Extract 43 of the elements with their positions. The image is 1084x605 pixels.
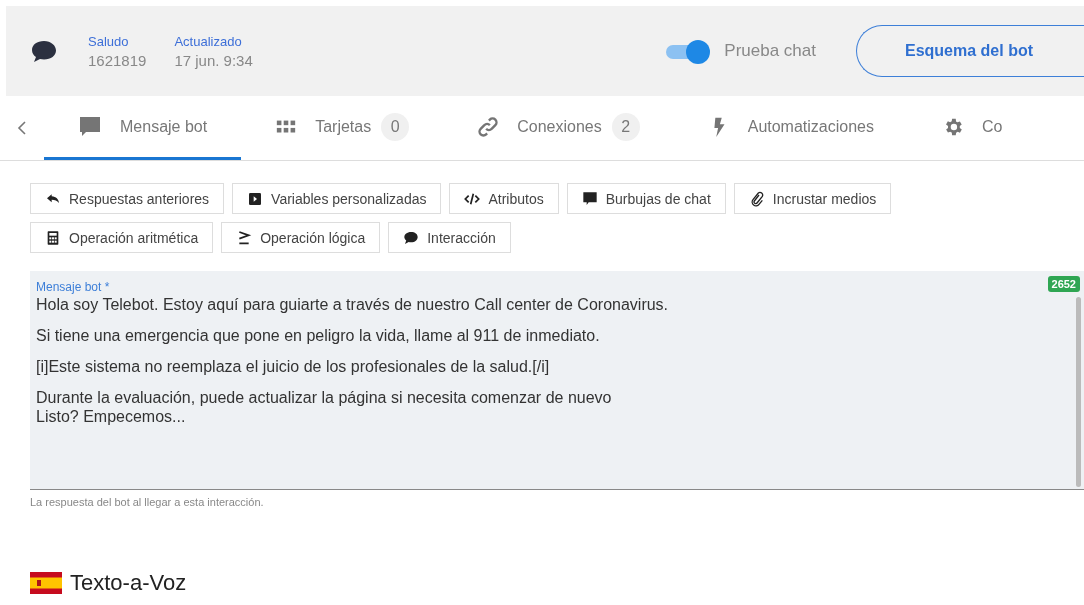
message-text: Listo? Empecemos... [36, 407, 187, 426]
message-text: Hola soy Telebot. Estoy aquí para guiarte a través de nuestro Call center de Coronavirus. [36, 295, 670, 314]
tab[interactable]: Tarjetas 0 [241, 96, 444, 160]
count-badge: 2 [611, 112, 640, 141]
field-label: Mensaje bot * [36, 280, 110, 294]
message-text: [i]Este sistema no reemplaza el juicio de los profesionales de la salud.[/i] [36, 357, 551, 376]
toggle-label: Prueba chat [724, 41, 816, 61]
speech-bubble-icon [78, 114, 102, 139]
chat-bubble-icon [30, 38, 58, 64]
link-icon [477, 115, 500, 138]
tab[interactable]: Conexiones 2 [443, 96, 674, 160]
flag-icon [30, 572, 62, 594]
chevron-left-icon [17, 121, 27, 135]
message-text: Si tiene una emergencia que pone en peligro la vida, llame al 911 de inmediato. [36, 326, 601, 345]
tab[interactable]: Automatizaciones [673, 96, 908, 160]
helper-text: La respuesta del bot al llegar a esta interacción. [30, 496, 265, 508]
stat-value: 17 jun. 9:34 [174, 51, 253, 69]
section-title: Texto-a-Voz [70, 570, 187, 596]
scrollbar[interactable] [1076, 297, 1081, 487]
toolbar-button[interactable]: Atributos [449, 183, 559, 214]
code-icon [464, 190, 481, 207]
toolbar-button[interactable]: Variables personalizadas [232, 183, 442, 214]
message-field[interactable] [30, 271, 1084, 490]
stat-label: Saludo [88, 33, 130, 49]
toolbar-button[interactable]: Operación lógica [221, 222, 381, 253]
stat-label: Actualizado [174, 33, 243, 49]
toggle-switch[interactable] [664, 40, 711, 62]
toolbar-button[interactable]: Burbujas de chat [566, 183, 726, 214]
toolbar-button[interactable]: Interacción [388, 222, 511, 253]
toolbar-button[interactable]: Incrustar medios [733, 183, 892, 214]
character-counter: 2652 [1047, 276, 1080, 292]
speech-bubble-icon [403, 229, 420, 246]
play-square-icon [247, 190, 264, 207]
calculator-icon [45, 229, 61, 246]
greater-equal-icon [236, 229, 253, 246]
tab[interactable]: Co [908, 96, 1037, 160]
count-badge: 0 [381, 112, 410, 141]
speech-bubble-icon [581, 190, 598, 207]
toolbar-button[interactable]: Respuestas anteriores [30, 183, 225, 214]
stat-value: 1621819 [88, 51, 147, 69]
toolbar-button[interactable]: Operación aritmética [30, 222, 214, 253]
tab[interactable]: Mensaje bot [44, 96, 242, 160]
message-text: Durante la evaluación, puede actualizar la página si necesita comenzar de nuevo [36, 388, 613, 407]
